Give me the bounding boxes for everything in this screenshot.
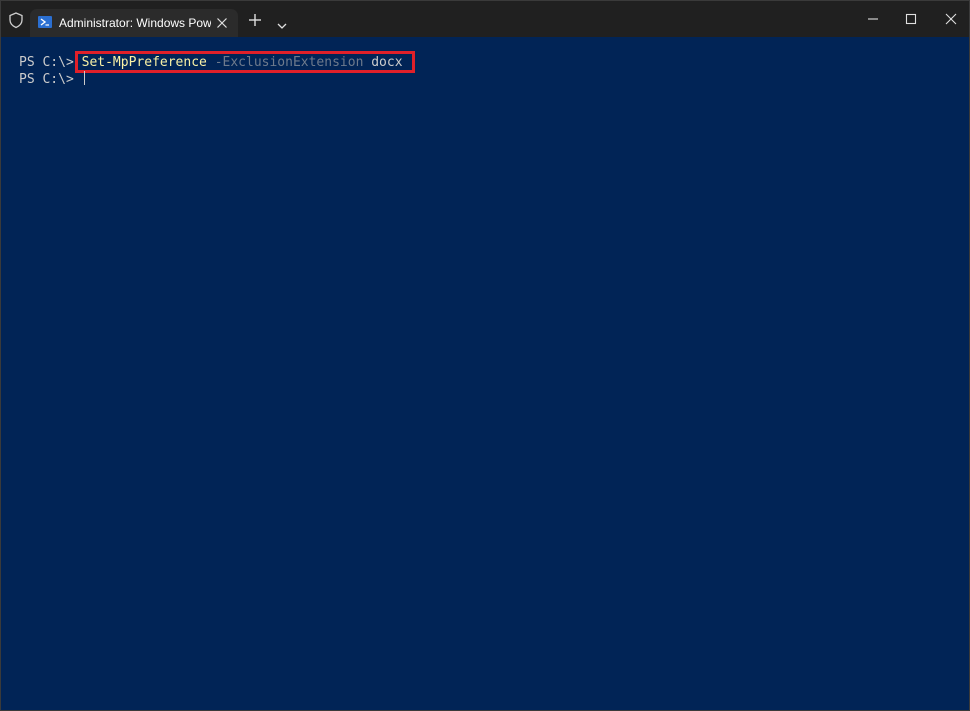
- parameter-value: docx: [371, 55, 403, 70]
- maximize-icon: [905, 13, 917, 25]
- close-icon: [945, 13, 957, 25]
- close-button[interactable]: [930, 1, 969, 37]
- cmdlet-name: Set-MpPreference: [81, 55, 207, 70]
- terminal-line: PS C:\> Set-MpPreference -ExclusionExten…: [19, 54, 403, 71]
- prompt: PS C:\>: [19, 72, 82, 87]
- plus-icon[interactable]: [248, 13, 262, 27]
- terminal-line: PS C:\>: [19, 71, 85, 88]
- text-cursor: [83, 71, 85, 85]
- title-bar[interactable]: Administrator: Windows Powe: [1, 1, 969, 37]
- minimize-button[interactable]: [852, 1, 892, 37]
- powershell-icon: [38, 16, 52, 28]
- tab-title: Administrator: Windows Powe: [59, 16, 211, 30]
- close-icon[interactable]: [216, 16, 228, 28]
- parameter-name: -ExclusionExtension: [214, 55, 364, 70]
- chevron-down-icon[interactable]: [276, 17, 288, 29]
- prompt: PS C:\>: [19, 55, 82, 70]
- terminal-window: Administrator: Windows Powe PS C:\> Set-…: [0, 0, 970, 711]
- terminal-output[interactable]: PS C:\> Set-MpPreference -ExclusionExten…: [1, 37, 969, 710]
- minimize-icon: [868, 18, 878, 20]
- shield-icon: [7, 11, 25, 29]
- maximize-button[interactable]: [890, 1, 930, 37]
- tab-powershell[interactable]: Administrator: Windows Powe: [30, 9, 238, 37]
